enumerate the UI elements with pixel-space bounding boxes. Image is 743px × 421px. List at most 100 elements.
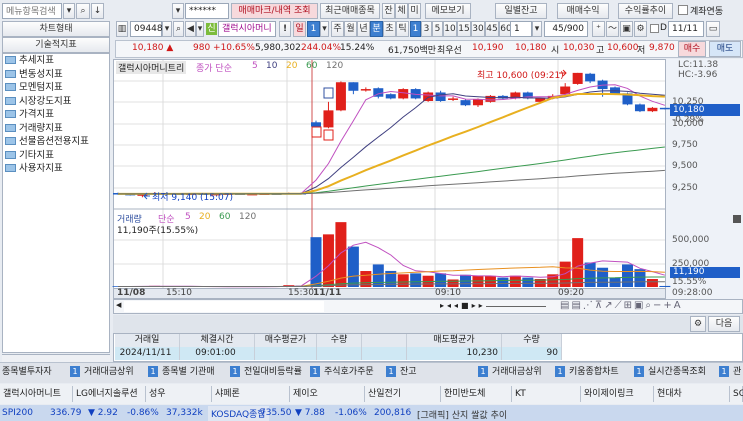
volume-bar [659, 285, 671, 287]
task-tab[interactable]: 1 잔고 [386, 364, 417, 380]
vol-ma-20-legend: 20 [199, 212, 211, 222]
stock-shortcut[interactable]: 와이제이링크 [581, 386, 654, 402]
task-tab[interactable]: 종목별투자자 [2, 364, 52, 380]
news-headline[interactable]: [그래픽] 산지 쌀값 추이 [417, 408, 507, 421]
table-cell[interactable] [362, 347, 407, 360]
trade-panel-header [113, 315, 743, 333]
price-tick: 9,250 [672, 183, 698, 193]
task-label: 종목별투자자 [2, 367, 52, 377]
table-header[interactable]: 거래일 [115, 334, 180, 347]
price-tick: 9,750 [672, 140, 698, 150]
table-cell[interactable]: 09:01:00 [180, 347, 255, 360]
last-price-pct: -0.29% [672, 115, 704, 125]
volume-bar [509, 275, 521, 287]
task-tab[interactable]: 1 전일대비등락률 [230, 364, 302, 380]
ma-5-legend: 5 [252, 61, 258, 71]
task-label: 거래대금상위 [84, 367, 134, 377]
stock-shortcut[interactable]: 산일전기 [365, 386, 441, 402]
table-cell[interactable]: 90 [502, 347, 562, 360]
vol-ma-120-legend: 120 [239, 212, 257, 222]
stock-shortcut[interactable]: 한미반도체 [441, 386, 512, 402]
volume-bar [572, 238, 584, 287]
ma-120-legend: 120 [326, 61, 344, 71]
last-volume-pct: 15.55% [672, 277, 707, 287]
kosdaq-change: ▼ 7.88 [295, 408, 325, 418]
task-tab[interactable]: 1 종목별 기관매 [148, 364, 215, 380]
vol-ma-5-legend: 5 [185, 212, 191, 222]
volume-bar [372, 264, 384, 287]
stock-shortcut[interactable]: 갤럭시아머니트 [0, 386, 73, 402]
gear-icon[interactable]: ⚙ [690, 316, 706, 332]
user-settings-tab[interactable] [2, 354, 110, 362]
candle-up [472, 99, 483, 106]
candle-down [634, 104, 645, 112]
volume-bar [472, 275, 484, 287]
stock-shortcut[interactable]: 샤페론 [212, 386, 290, 402]
candle-up [335, 82, 346, 111]
kosdaq-pct: -1.06% [335, 408, 367, 418]
task-tab[interactable]: 1 거래대금상위 [70, 364, 134, 380]
kospi200-change: ▼ 2.92 [88, 408, 118, 418]
task-tab[interactable]: 1 거래대금상위 [478, 364, 542, 380]
candle-up [647, 107, 658, 112]
volume-bar [322, 234, 334, 287]
next-button[interactable]: 다음 [708, 316, 740, 332]
drawing-tools-icon[interactable]: ▤▤⋰⊼↗⟋⊞▣⌕−+A [560, 300, 683, 311]
chart-scrollbar[interactable] [124, 301, 324, 312]
table-header[interactable]: 매도평균가 [407, 334, 502, 347]
ma-10-line [118, 90, 665, 195]
table-header[interactable]: 체결시간 [180, 334, 255, 347]
table-cell[interactable] [317, 347, 362, 360]
stock-shortcut[interactable]: KT [512, 386, 581, 402]
table-header[interactable]: 매수평균가 [255, 334, 317, 347]
pane-close-icon[interactable] [733, 215, 741, 223]
window-count-badge: 1 [148, 366, 158, 377]
kospi200-volume: 37,332k [166, 408, 203, 418]
time-label: 15:30 [288, 288, 314, 298]
stock-shortcut[interactable]: LG에너지솔루션 [73, 386, 146, 402]
table-header[interactable] [362, 334, 407, 347]
kospi200-pct: -0.86% [127, 408, 159, 418]
scroll-left-arrow[interactable]: ◀ [116, 301, 123, 312]
candle-up [448, 98, 459, 100]
candle-down [435, 92, 446, 101]
lc-label: LC:11.38 [678, 60, 719, 70]
candle-down [460, 100, 471, 106]
candle-up [572, 72, 583, 84]
task-tab[interactable]: 1 실시간종목조회 [634, 364, 706, 380]
task-label: 주식호가주문 [324, 367, 374, 377]
trade-marker [323, 87, 334, 99]
table-cell[interactable]: 10,230 [407, 347, 502, 360]
task-tab[interactable]: 1관 [719, 364, 741, 380]
stock-shortcut[interactable]: 현대차 [654, 386, 730, 402]
table-cell[interactable]: 2024/11/11 [115, 347, 180, 360]
table-cell[interactable] [255, 347, 317, 360]
ma-20-line [118, 92, 665, 195]
vol-ma-60-legend: 60 [219, 212, 231, 222]
task-tab[interactable]: 1 주식호가주문 [310, 364, 374, 380]
price-tick: 9,500 [672, 161, 698, 171]
low-annotation: 최저 9,140 (15:07) [152, 193, 234, 203]
volume-bar [447, 279, 459, 287]
table-header[interactable]: 수량 [502, 334, 562, 347]
task-label: 거래대금상위 [492, 367, 542, 377]
ma-legend-label: 종가 단순 [196, 64, 232, 74]
candle-down [311, 122, 321, 127]
volume-bar [522, 277, 534, 287]
time-label: 11/11 [313, 288, 342, 298]
chart-stock-legend: 갤럭시아머니트리 [116, 61, 187, 74]
task-tab[interactable]: 1 키움종합차트 [555, 364, 619, 380]
ma-60-legend: 60 [306, 61, 318, 71]
volume-bar [484, 275, 496, 287]
time-label: 11/08 [117, 288, 146, 298]
stock-shortcut[interactable]: 성우 [146, 386, 212, 402]
stock-shortcut[interactable]: SG [730, 386, 743, 402]
playback-controls[interactable]: ▸◂◂■▸▸ [440, 301, 486, 310]
volume-bar [347, 246, 359, 287]
task-label: 키움종합차트 [569, 367, 619, 377]
zoom-slider[interactable] [486, 306, 546, 307]
candle-chart[interactable] [0, 0, 743, 300]
stock-shortcut[interactable]: 제이오 [290, 386, 365, 402]
volume-bar [497, 277, 509, 287]
table-header[interactable]: 수량 [317, 334, 362, 347]
